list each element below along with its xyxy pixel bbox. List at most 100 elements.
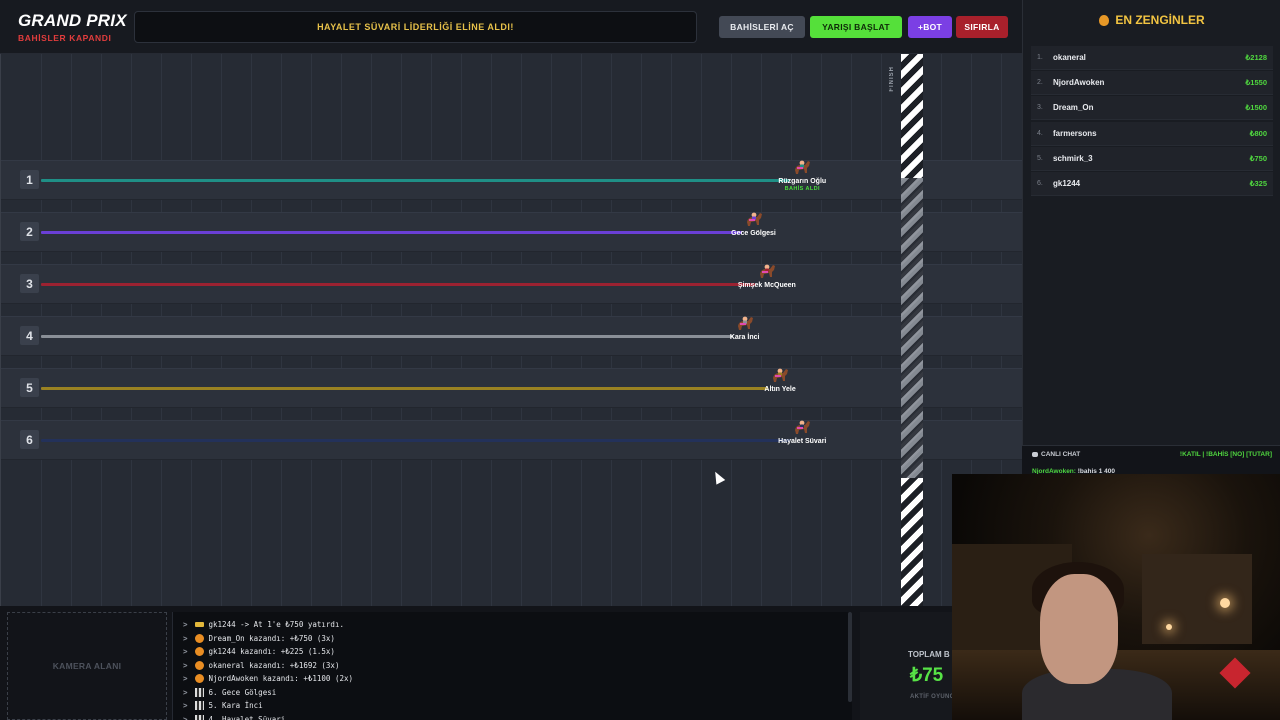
log-entry: >5. Kara İnci (183, 699, 852, 713)
chevron-right-icon: > (183, 701, 188, 711)
money-bag-icon (194, 660, 204, 670)
log-entry: > NjordAwoken kazandı: +₺1100 (2x) (183, 672, 852, 686)
bet-taken-badge: BAHİS ALDI (784, 186, 820, 192)
leaderboard-balance: ₺1500 (1245, 103, 1267, 113)
leaderboard-rank: 4. (1037, 129, 1043, 137)
mouse-cursor-icon (710, 469, 726, 485)
top-bar: GRAND PRIX BAHİSLER KAPANDI HAYALET SÜVA… (0, 0, 1022, 54)
chevron-right-icon: > (183, 674, 188, 684)
start-race-button[interactable]: YARIŞI BAŞLAT (810, 16, 902, 38)
log-entry-text: Dream_On kazandı: +₺750 (3x) (208, 633, 335, 643)
leaderboard-name: schmirk_3 (1053, 153, 1093, 163)
open-bets-button[interactable]: BAHİSLERİ AÇ (719, 16, 805, 38)
leaderboard-name: okaneral (1053, 53, 1086, 62)
race-track: FINISH 1 Rüzgarın Oğlu BAHİS ALDI 2 Gece Göl… (0, 54, 1022, 606)
horse-name: Kara İnci (729, 334, 760, 341)
checkered-flag-icon (194, 687, 204, 697)
total-bets-label: TOPLAM B (908, 650, 950, 659)
leaderboard-name: farmersons (1053, 128, 1097, 138)
horse-icon (795, 160, 811, 174)
chevron-right-icon: > (183, 633, 188, 643)
horse-icon (773, 368, 789, 382)
checkered-flag-icon (194, 701, 204, 711)
chevron-right-icon: > (183, 620, 188, 630)
ticker-text: HAYALET SÜVARİ LİDERLİĞİ ELİNE ALDI! (317, 22, 514, 32)
lane-progress-line (41, 283, 755, 286)
camera-area: KAMERA ALANI (7, 612, 167, 720)
log-entry: > okaneral kazandı: +₺1692 (3x) (183, 659, 852, 673)
lane-number: 5 (20, 378, 39, 397)
horse-icon (746, 212, 762, 226)
finish-line-shade (901, 178, 923, 478)
horse-runner: Altın Yele (750, 366, 810, 393)
leaderboard-row: 2. NjordAwoken ₺1550 (1031, 71, 1273, 96)
log-entry-text: okaneral kazandı: +₺1692 (3x) (208, 660, 340, 670)
chat-title-text: CANLI CHAT (1041, 451, 1081, 458)
brand-title: GRAND PRIX (18, 11, 127, 30)
brand: GRAND PRIX BAHİSLER KAPANDI (18, 11, 127, 43)
finish-label: FINISH (889, 66, 895, 92)
leaderboard-name: NjordAwoken (1053, 78, 1105, 88)
lane-number: 3 (20, 274, 39, 293)
lane-number: 1 (20, 170, 39, 189)
leaderboard-title-text: EN ZENGİNLER (1115, 13, 1205, 27)
horse-icon (759, 264, 775, 278)
lane-progress-line (41, 179, 791, 182)
lane-progress-line (41, 335, 733, 338)
chat-commands: !KATIL | !BAHİS [NO] [TUTAR] (1179, 451, 1272, 458)
leaderboard-rank: 1. (1037, 54, 1043, 61)
camera-area-label: KAMERA ALANI (52, 661, 122, 671)
money-bag-icon (194, 647, 204, 657)
log-entry-text: gk1244 -> At 1'e ₺750 yatırdı. (208, 620, 344, 630)
checkered-flag-icon (194, 714, 204, 720)
money-icon (194, 622, 204, 628)
leaderboard-balance: ₺325 (1249, 178, 1267, 188)
log-entry-text: 4. Hayalet Süvari (208, 714, 286, 720)
log-scrollbar[interactable] (848, 612, 852, 702)
grand-prix-app: GRAND PRIX BAHİSLER KAPANDI HAYALET SÜVA… (0, 0, 1280, 720)
leaderboard-panel: EN ZENGİNLER 1. okaneral ₺2128 2. NjordAwoke… (1022, 0, 1280, 445)
log-entry: > gk1244 -> At 1'e ₺750 yatırdı. (183, 618, 852, 632)
total-bets-value: ₺75 (910, 665, 944, 686)
betting-status: BAHİSLER KAPANDI (18, 33, 112, 43)
leaderboard-rank: 3. (1037, 104, 1043, 112)
chevron-right-icon: > (183, 647, 188, 657)
log-entry: > gk1244 kazandı: +₺225 (1.5x) (183, 645, 852, 659)
leaderboard-balance: ₺750 (1249, 153, 1267, 163)
log-entry: >4. Hayalet Süvari (183, 713, 852, 720)
reset-button[interactable]: SIFIRLA (956, 16, 1008, 38)
horse-icon (795, 420, 811, 434)
webcam-overlay (952, 474, 1280, 720)
announcement-ticker: HAYALET SÜVARİ LİDERLİĞİ ELİNE ALDI! (134, 11, 697, 43)
add-bot-button[interactable]: +BOT (908, 16, 952, 38)
horse-runner: Gece Gölgesi (724, 210, 784, 237)
chevron-right-icon: > (183, 687, 188, 697)
horse-runner: Rüzgarın Oğlu BAHİS ALDI (772, 158, 832, 192)
horse-runner: Kara İnci (715, 314, 775, 341)
log-entry: >6. Gece Gölgesi (183, 686, 852, 700)
horse-runner: Hayalet Süvari (772, 418, 832, 445)
chat-title: CANLI CHAT (1032, 451, 1080, 458)
chevron-right-icon: > (183, 714, 188, 720)
horse-icon (737, 316, 753, 330)
leaderboard-row: 6. gk1244 ₺325 (1031, 171, 1273, 196)
leaderboard-rank: 5. (1037, 154, 1043, 162)
leaderboard-name: Dream_On (1053, 103, 1094, 113)
horse-name: Şimşek McQueen (737, 282, 796, 289)
leaderboard-balance: ₺800 (1249, 128, 1267, 138)
log-entry-text: gk1244 kazandı: +₺225 (1.5x) (208, 647, 335, 657)
log-entry-text: 6. Gece Gölgesi (208, 687, 277, 697)
event-log[interactable]: > gk1244 -> At 1'e ₺750 yatırdı. > Dream_On… (172, 612, 852, 720)
lane-progress-line (41, 439, 791, 442)
horse-name: Hayalet Süvari (778, 438, 827, 445)
money-bag-icon (1099, 14, 1110, 26)
lane-number: 6 (20, 430, 39, 449)
leaderboard-title: EN ZENGİNLER (1023, 13, 1280, 27)
log-entry: > Dream_On kazandı: +₺750 (3x) (183, 632, 852, 646)
chevron-right-icon: > (183, 660, 188, 670)
lane-progress-line (41, 231, 742, 234)
lane-progress-line (41, 387, 769, 390)
horse-runner: Şimşek McQueen (737, 262, 797, 289)
log-entry-text: 5. Kara İnci (208, 701, 263, 711)
chat-bubble-icon (1032, 452, 1038, 457)
